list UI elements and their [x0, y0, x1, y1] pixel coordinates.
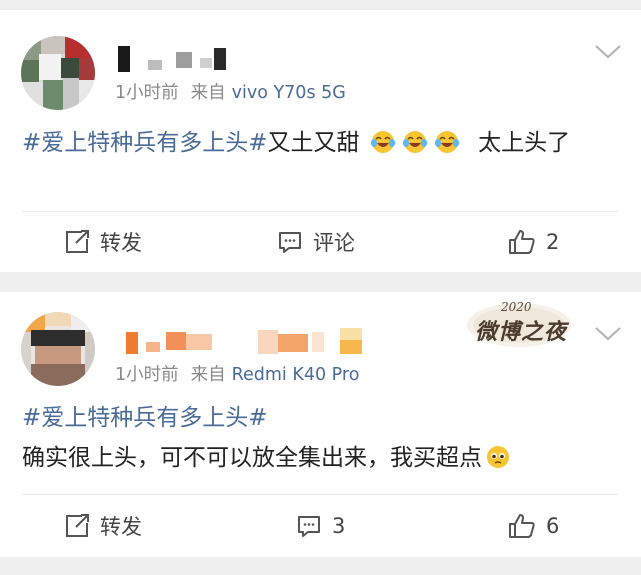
like-button[interactable]: 2 — [508, 222, 559, 262]
repost-button[interactable]: 转发 — [64, 506, 142, 546]
post-time: 1小时前 — [115, 365, 179, 385]
like-icon — [509, 230, 535, 254]
comment-count: 3 — [332, 514, 346, 538]
post-text-part: 又土又甜 — [267, 130, 360, 156]
source-label: 来自 — [190, 365, 226, 385]
avatar[interactable] — [21, 36, 95, 110]
avatar[interactable] — [21, 312, 95, 386]
post-body: 确实很上头，可不可以放全集出来，我买超点 — [22, 438, 611, 478]
post-card-2[interactable]: 1小时前 来自 Redmi K40 Pro 2020 微博之夜 #爱上特种兵有多上头… — [0, 292, 641, 557]
repost-label: 转发 — [100, 515, 142, 539]
post-text: #爱上特种兵有多上头#又土又甜 太上头了 — [22, 123, 611, 163]
post-body-text: 确实很上头，可不可以放全集出来，我买超点 — [22, 445, 482, 471]
repost-icon — [66, 230, 89, 253]
repost-button[interactable]: 转发 — [64, 222, 142, 262]
repost-icon — [66, 514, 89, 537]
comment-label: 评论 — [313, 231, 355, 255]
repost-label: 转发 — [100, 231, 142, 255]
post-card-1[interactable]: 1小时前 来自 vivo Y70s 5G #爱上特种兵有多上头#又土又甜 太上头了 … — [0, 10, 641, 272]
device-link[interactable]: Redmi K40 Pro — [232, 365, 360, 385]
chevron-down-icon[interactable] — [593, 324, 623, 344]
post-text: #爱上特种兵有多上头# 确实很上头，可不可以放全集出来，我买超点 — [22, 398, 611, 478]
device-link[interactable]: vivo Y70s 5G — [232, 83, 346, 103]
divider — [22, 211, 619, 212]
post-time: 1小时前 — [115, 83, 179, 103]
like-button[interactable]: 6 — [508, 506, 559, 546]
badge-year: 2020 — [501, 300, 532, 314]
like-count: 2 — [546, 230, 560, 254]
laughing-crying-emoji — [434, 128, 460, 154]
source-label: 来自 — [190, 83, 226, 103]
hashtag-link[interactable]: #爱上特种兵有多上头# — [22, 130, 268, 156]
badge-text: 微博之夜 — [475, 319, 568, 345]
divider — [22, 494, 619, 495]
pleading-emoji — [485, 443, 511, 469]
chevron-down-icon[interactable] — [593, 42, 623, 62]
username-redacted[interactable] — [118, 328, 368, 354]
laughing-crying-emoji — [402, 128, 428, 154]
comment-icon — [298, 516, 320, 537]
comment-icon — [279, 232, 301, 253]
username-redacted[interactable] — [118, 46, 238, 72]
comment-button[interactable]: 3 — [296, 506, 345, 546]
like-icon — [509, 514, 535, 538]
weibo-night-badge[interactable]: 2020 微博之夜 — [459, 298, 579, 348]
hashtag-link[interactable]: #爱上特种兵有多上头# — [22, 398, 611, 438]
comment-button[interactable]: 评论 — [277, 222, 355, 262]
post-meta: 1小时前 来自 Redmi K40 Pro — [115, 361, 359, 386]
post-text-trailing: 太上头了 — [478, 130, 571, 156]
laughing-crying-emoji — [370, 128, 396, 154]
like-count: 6 — [546, 514, 560, 538]
post-meta: 1小时前 来自 vivo Y70s 5G — [115, 79, 346, 104]
